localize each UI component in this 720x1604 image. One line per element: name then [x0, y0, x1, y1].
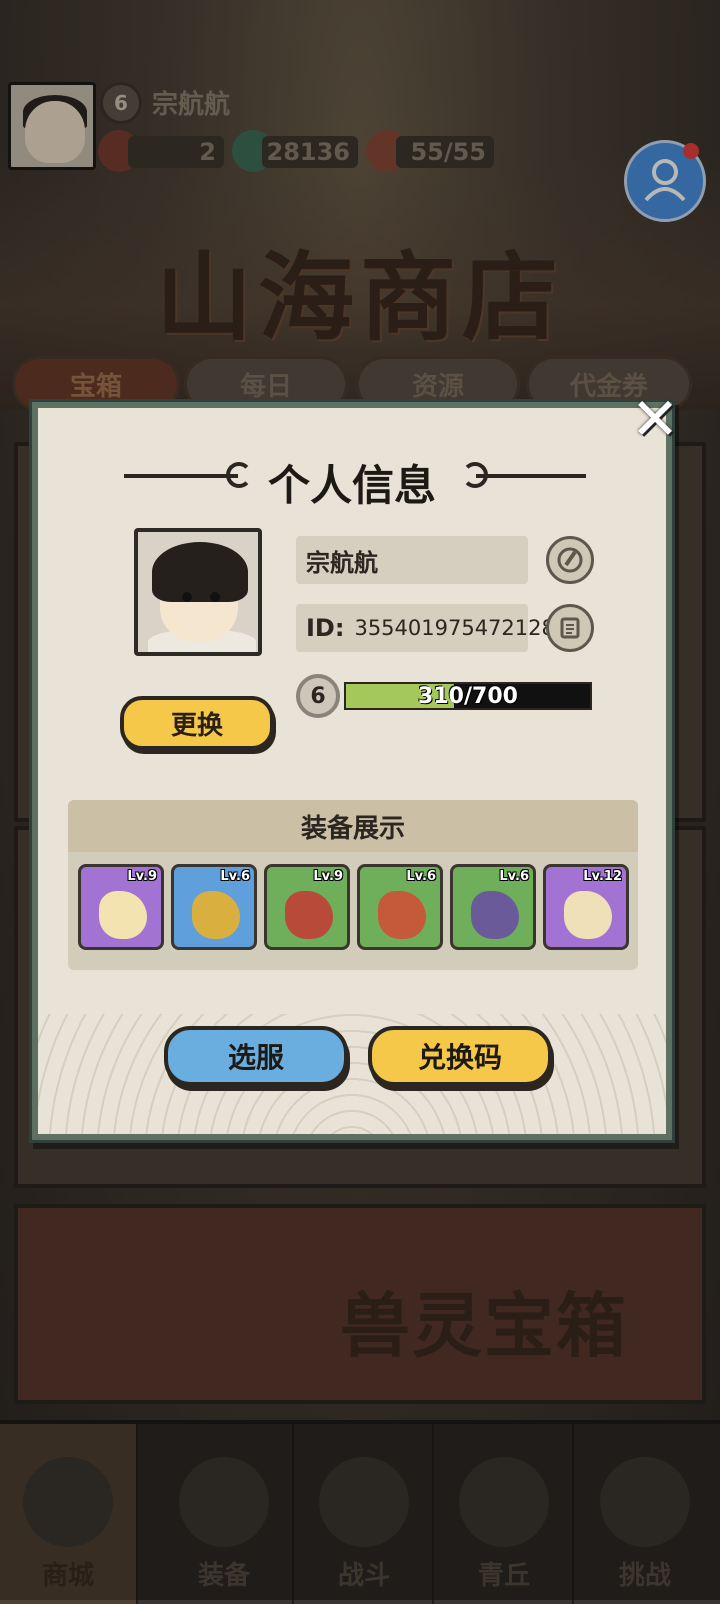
portrait-eye-right	[210, 592, 220, 602]
select-server-button[interactable]: 选服	[164, 1026, 348, 1086]
id-field: ID: 355401975472128	[296, 604, 555, 652]
equipment-slot[interactable]: Lv.12	[543, 864, 629, 950]
xp-bar: 310/700	[344, 682, 592, 710]
equipment-title: 装备展示	[68, 800, 638, 852]
feather-staff-icon	[99, 891, 147, 939]
boots-icon	[471, 891, 519, 939]
close-icon[interactable]: ✕	[628, 390, 682, 448]
id-value: 355401975472128	[354, 616, 555, 640]
equipment-display: 装备展示 Lv.9 Lv.6 Lv.9 Lv.6 Lv.6 Lv.12	[68, 800, 638, 970]
horn-charm-icon	[564, 891, 612, 939]
equipment-slot[interactable]: Lv.9	[264, 864, 350, 950]
level-badge: 6	[296, 674, 340, 718]
equipment-level: Lv.9	[127, 869, 157, 884]
copy-glyph	[560, 617, 580, 639]
copy-id-icon[interactable]	[546, 604, 594, 652]
modal-title: 个人信息	[267, 461, 436, 510]
equipment-level: Lv.6	[499, 869, 529, 884]
equipment-slot[interactable]: Lv.9	[78, 864, 164, 950]
xp-text: 310/700	[418, 683, 518, 709]
portrait-eye-left	[182, 592, 192, 602]
edit-brush-icon[interactable]	[546, 536, 594, 584]
equipment-level: Lv.6	[220, 869, 250, 884]
equipment-slot[interactable]: Lv.6	[171, 864, 257, 950]
equipment-level: Lv.6	[406, 869, 436, 884]
equipment-level: Lv.9	[313, 869, 343, 884]
wave-pattern	[38, 1014, 666, 1134]
redeem-code-button[interactable]: 兑换码	[368, 1026, 552, 1086]
equipment-slot[interactable]: Lv.6	[450, 864, 536, 950]
name-field: 宗航航	[296, 536, 528, 584]
id-label: ID:	[306, 614, 345, 642]
equipment-slot[interactable]: Lv.6	[357, 864, 443, 950]
red-ribbon-icon	[285, 891, 333, 939]
brush-glyph	[557, 547, 583, 573]
lotus-belt-icon	[378, 891, 426, 939]
change-avatar-button[interactable]: 更换	[120, 696, 274, 750]
profile-portrait	[134, 528, 262, 656]
equipment-level: Lv.12	[583, 869, 622, 884]
portrait-hair	[152, 542, 248, 602]
golden-armor-icon	[192, 891, 240, 939]
profile-modal: 个人信息 更换 宗航航 ID: 355401975472128 6 310/70…	[32, 402, 672, 1140]
